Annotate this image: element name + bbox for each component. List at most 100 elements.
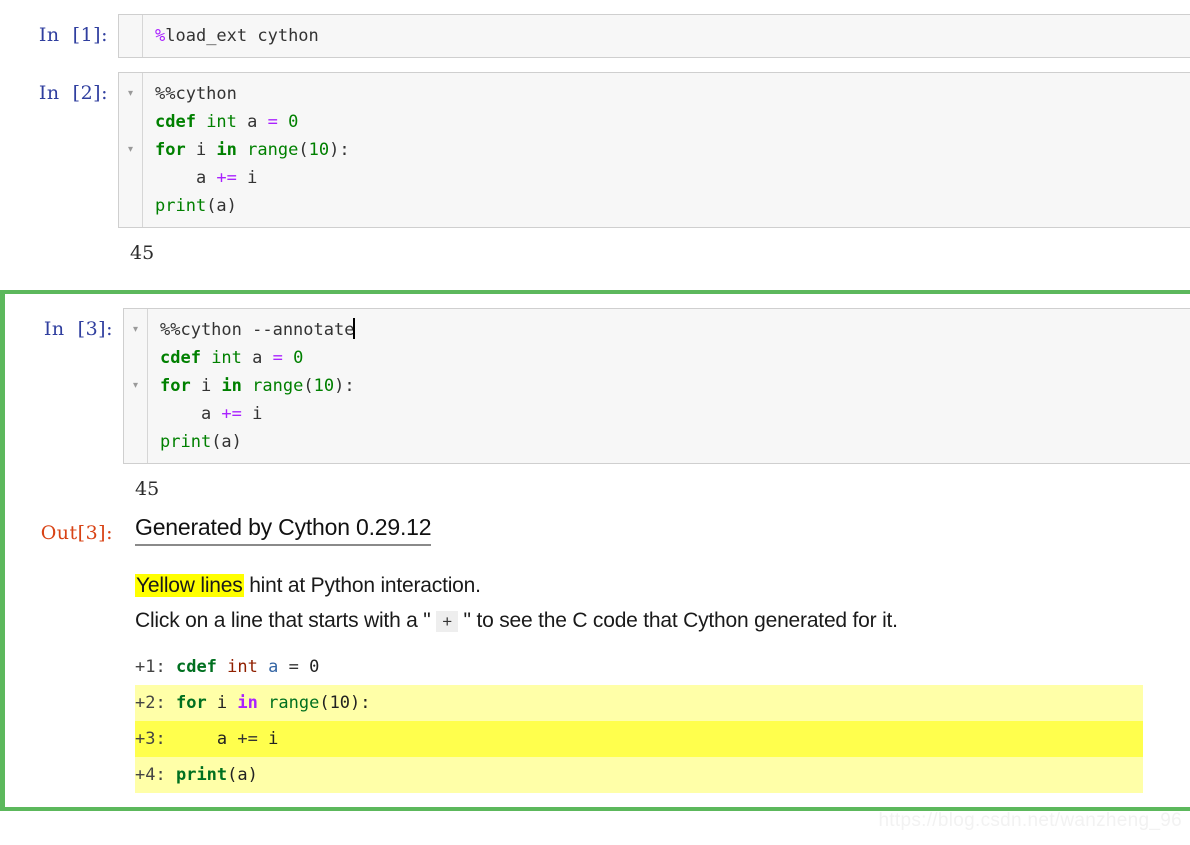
annotated-line-code: cdef int a = 0	[166, 657, 320, 677]
notebook-cell-2[interactable]: In [2]: ▾ ▾ ▾ ▾ ▾ %%cython cdef int a = 0…	[0, 72, 1190, 276]
fold-toggle-icon[interactable]: ▾	[124, 372, 147, 400]
annotated-source-listing: +1: cdef int a = 0 +2: for i in range(10…	[0, 649, 1143, 793]
fold-spacer-icon: ▾	[119, 164, 142, 192]
cell-2-editor[interactable]: ▾ ▾ ▾ ▾ ▾ %%cythoncdef int a = 0for i in…	[118, 72, 1190, 228]
type-int-token: int	[216, 657, 258, 677]
notebook-cell-3-selected[interactable]: In [3]: ▾ ▾ ▾ ▾ ▾ %%cython --annotate cde…	[0, 290, 1190, 811]
code-line: %%cython --annotate	[160, 316, 1190, 344]
cell-3-editor[interactable]: ▾ ▾ ▾ ▾ ▾ %%cython --annotate cdef int a …	[123, 308, 1190, 464]
cell-3-gutter[interactable]: ▾ ▾ ▾ ▾ ▾	[124, 309, 148, 463]
identifier-a-token: a	[160, 404, 222, 424]
builtin-print-token: print	[175, 765, 228, 785]
annotated-line[interactable]: +1: cdef int a = 0	[135, 649, 1143, 685]
code-line: a += i	[155, 164, 1190, 192]
builtin-range-token: range	[241, 376, 304, 396]
yellow-lines-highlight: Yellow lines	[135, 574, 244, 597]
notebook-cell-1[interactable]: In [1]: ▾ %load_ext cython	[0, 14, 1190, 58]
annotated-line[interactable]: +3: a += i	[135, 721, 1143, 757]
fold-spacer-icon: ▾	[119, 108, 142, 136]
code-line: print(a)	[160, 428, 1190, 456]
magic-percent-token: %	[155, 26, 166, 46]
cell-2-output-row: 45	[0, 228, 1190, 276]
fold-spacer-icon: ▾	[124, 428, 147, 456]
annotated-line[interactable]: +4: print(a)	[135, 757, 1143, 793]
identifier-i-token: i	[185, 140, 217, 160]
identifier-i-token: i	[241, 404, 263, 424]
cell-2-gutter[interactable]: ▾ ▾ ▾ ▾ ▾	[119, 73, 143, 227]
plus-chip: +	[436, 611, 458, 632]
cell-gap-1	[0, 58, 1190, 72]
cell-3-top-padding	[5, 294, 1190, 308]
annotated-line-number: +1:	[135, 657, 166, 677]
cell-3-stdout-prompt-spacer	[5, 464, 123, 474]
annotated-line-code: print(a)	[166, 765, 258, 785]
paren-colon-token: ):	[329, 140, 350, 160]
cell-2-output-prompt-spacer	[0, 228, 118, 238]
annotation-note-line-1: Yellow lines hint at Python interaction.	[135, 568, 1190, 603]
annotated-line-number: +3:	[135, 729, 166, 749]
cell-magic-annotate-token: %%cython --annotate	[160, 320, 355, 340]
fold-toggle-icon[interactable]: ▾	[119, 80, 142, 108]
builtin-print-token: print	[155, 196, 207, 216]
augassign-op-token: +=	[221, 404, 242, 424]
code-line: print(a)	[155, 192, 1190, 220]
annotation-title: Generated by Cython 0.29.12	[135, 514, 432, 546]
watermark: https://blog.csdn.net/wanzheng_96	[878, 810, 1182, 831]
text-cursor	[353, 318, 356, 339]
cell-3-input-row: In [3]: ▾ ▾ ▾ ▾ ▾ %%cython --annotate cde…	[5, 308, 1190, 464]
identifier-i-token: i	[257, 729, 279, 749]
cell-2-code[interactable]: %%cython cdef int a = 0 for i in range(10)…	[143, 73, 1190, 227]
cell-3-bottom-padding	[5, 793, 1190, 807]
out-prompt-3: Out[3]:	[40, 522, 113, 544]
code-line: for i in range(10):	[160, 372, 1190, 400]
cell-magic-token: %%cython	[155, 84, 237, 104]
in-prompt-3: In [3]:	[43, 318, 113, 340]
identifier-i-token: i	[206, 693, 238, 713]
cell-2-stdout: 45	[130, 242, 155, 264]
number-ten-token: 10	[313, 376, 335, 396]
builtin-range-token: range	[236, 140, 299, 160]
code-line: for i in range(10):	[155, 136, 1190, 164]
number-zero-token: 0	[282, 348, 304, 368]
number-zero-token: 0	[277, 112, 299, 132]
print-args-token: (a)	[206, 196, 237, 216]
type-int-token: int	[195, 112, 237, 132]
note-line-1-rest: hint at Python interaction.	[243, 574, 481, 597]
code-line: cdef int a = 0	[160, 344, 1190, 372]
top-spacer	[0, 0, 1190, 14]
fold-toggle-icon[interactable]: ▾	[119, 136, 142, 164]
fold-toggle-icon[interactable]: ▾	[124, 316, 147, 344]
cell-1-editor[interactable]: ▾ %load_ext cython	[118, 14, 1190, 58]
annotated-line-code: a += i	[165, 729, 279, 749]
keyword-for-token: for	[155, 140, 186, 160]
paren-token: (	[319, 693, 330, 713]
in-prompt-2: In [2]:	[38, 82, 108, 104]
print-args-token: (a)	[227, 765, 258, 785]
cell-2-input-row: In [2]: ▾ ▾ ▾ ▾ ▾ %%cython cdef int a = 0…	[0, 72, 1190, 228]
magic-name-token: load_ext cython	[165, 26, 319, 46]
identifier-a-token: a	[165, 729, 238, 749]
fold-spacer-icon: ▾	[124, 400, 147, 428]
annotated-line[interactable]: +2: for i in range(10):	[135, 685, 1143, 721]
assign-op-token: =	[267, 112, 278, 132]
identifier-i-token: i	[236, 168, 258, 188]
annotated-line-number: +2:	[135, 693, 166, 713]
code-line: cdef int a = 0	[155, 108, 1190, 136]
paren-token: (	[298, 140, 309, 160]
fold-spacer-icon: ▾	[119, 192, 142, 220]
number-ten-token: 10	[308, 140, 330, 160]
cell-3-code[interactable]: %%cython --annotate cdef int a = 0 for i i…	[148, 309, 1190, 463]
code-line: a += i	[160, 400, 1190, 428]
number-zero-token: 0	[298, 657, 320, 677]
cell-gap-2	[0, 276, 1190, 290]
paren-colon-token: ):	[350, 693, 371, 713]
fold-toggle-icon[interactable]: ▾	[119, 22, 142, 50]
cell-1-code[interactable]: %load_ext cython	[143, 15, 1190, 57]
in-prompt-1: In [1]:	[38, 24, 108, 46]
keyword-in-token: in	[221, 376, 242, 396]
print-args-token: (a)	[211, 432, 242, 452]
cell-3-stdout: 45	[135, 478, 160, 500]
builtin-range-token: range	[257, 693, 320, 713]
cell-1-gutter[interactable]: ▾	[119, 15, 143, 57]
annotated-line-number: +4:	[135, 765, 166, 785]
